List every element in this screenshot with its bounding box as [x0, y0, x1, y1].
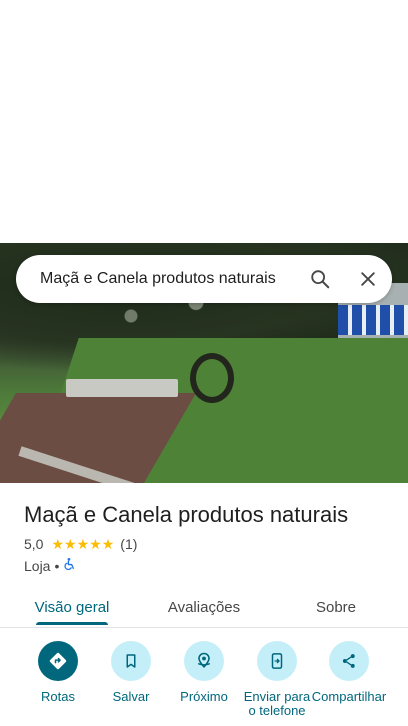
save-label: Salvar — [112, 689, 150, 704]
star-icon: ★ — [76, 536, 90, 552]
star-icon: ★ — [101, 536, 115, 552]
star-icon: ★ — [51, 536, 65, 552]
action-row: Rotas Salvar Próximo Enviar para o telef… — [0, 641, 408, 726]
search-input[interactable]: Maçã e Canela produtos naturais — [40, 270, 296, 288]
nearby-icon — [184, 641, 224, 681]
rating-value: 5,0 — [24, 536, 44, 552]
nearby-label: Próximo — [180, 689, 228, 704]
rating-row[interactable]: 5,0 ★ ★ ★ ★ ★ (1) — [24, 536, 137, 552]
tree-trunk — [190, 353, 234, 403]
review-count[interactable]: (1) — [120, 536, 137, 552]
wheelchair-accessible-icon — [63, 557, 76, 574]
search-bar[interactable]: Maçã e Canela produtos naturais — [16, 255, 392, 303]
tab-about[interactable]: Sobre — [288, 586, 384, 628]
rating-stars: ★ ★ ★ ★ ★ — [51, 537, 114, 551]
send-to-phone-label: Enviar para o telefone — [243, 689, 311, 718]
close-icon[interactable] — [344, 255, 392, 303]
blue-tent — [338, 305, 408, 335]
save-button[interactable]: Salvar — [91, 641, 171, 704]
tab-reviews[interactable]: Avaliações — [156, 586, 252, 628]
directions-button[interactable]: Rotas — [18, 641, 98, 704]
place-panel: Maçã e Canela produtos naturais 5,0 ★ ★ … — [0, 483, 408, 726]
place-title: Maçã e Canela produtos naturais — [24, 502, 349, 527]
bookmark-icon — [111, 641, 151, 681]
blank-map-area — [0, 0, 408, 243]
place-category: Loja — [24, 557, 51, 574]
send-to-phone-icon — [257, 641, 297, 681]
share-icon — [329, 641, 369, 681]
separator-dot: • — [54, 557, 60, 574]
bench — [66, 379, 178, 397]
category-row: Loja • — [24, 557, 76, 574]
share-button[interactable]: Compartilhar — [309, 641, 389, 704]
active-tab-indicator — [36, 622, 108, 625]
share-label: Compartilhar — [311, 689, 387, 704]
star-icon: ★ — [89, 536, 102, 552]
nearby-button[interactable]: Próximo — [164, 641, 244, 704]
directions-icon — [38, 641, 78, 681]
search-icon[interactable] — [296, 255, 344, 303]
star-icon: ★ — [64, 536, 77, 552]
directions-label: Rotas — [41, 689, 75, 704]
send-to-phone-button[interactable]: Enviar para o telefone — [237, 641, 317, 718]
